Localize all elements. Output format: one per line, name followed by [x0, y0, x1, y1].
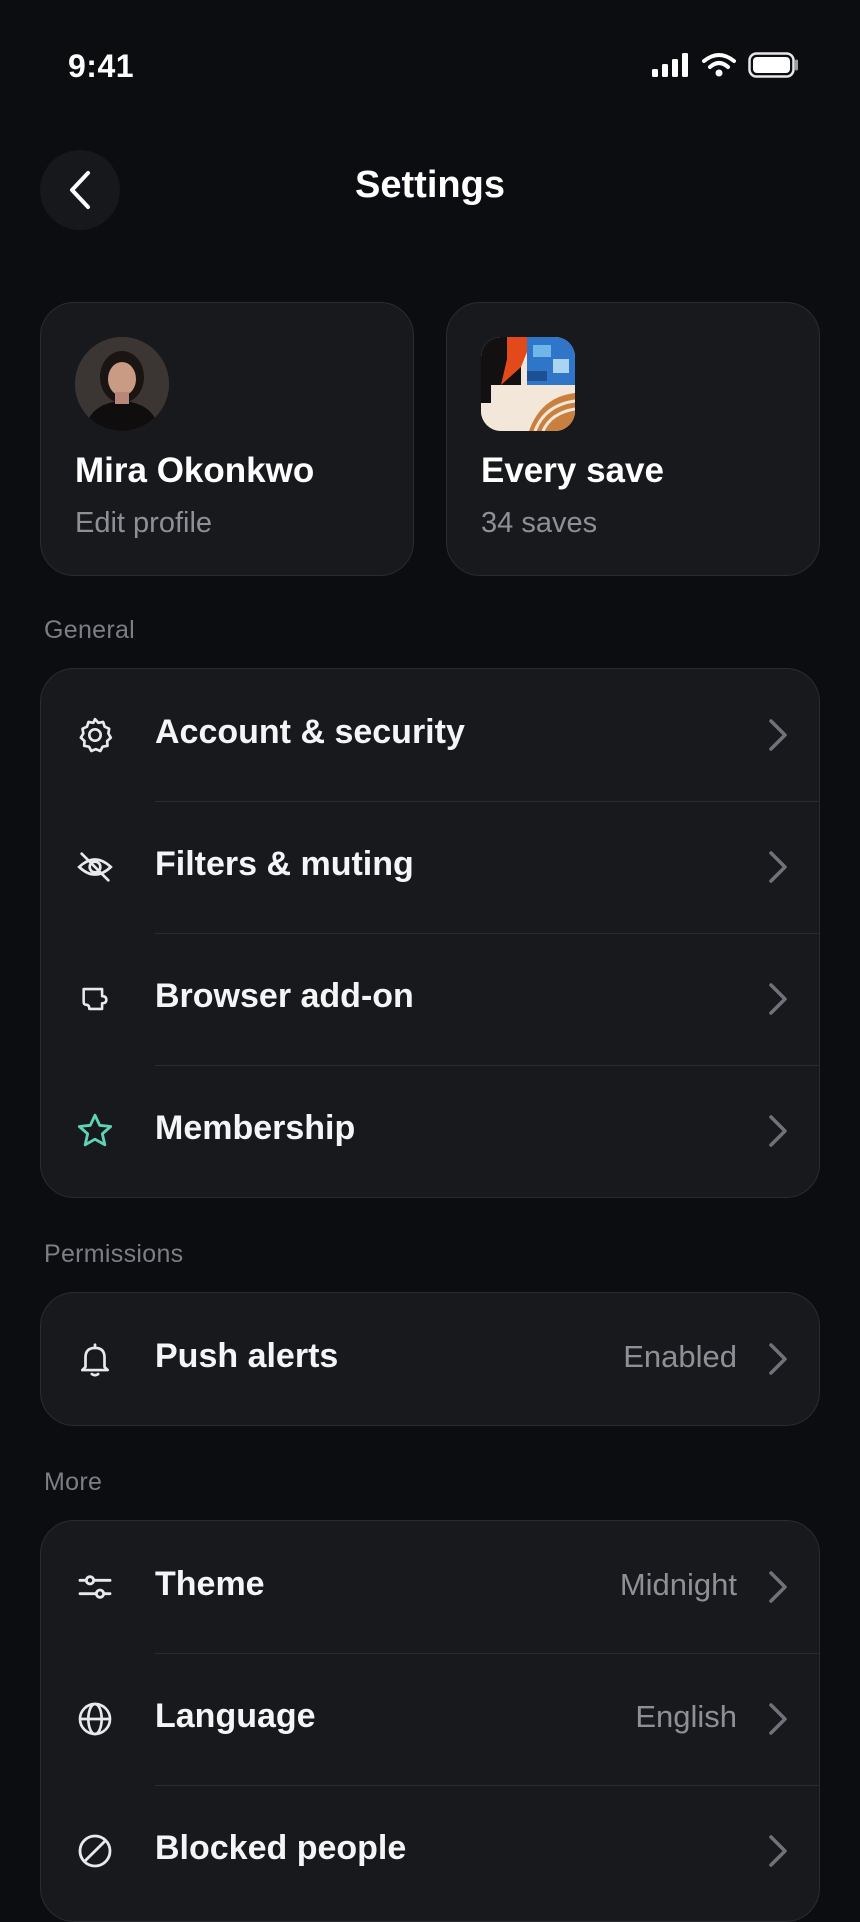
signal-icon [652, 53, 688, 77]
row-blocked-people[interactable]: Blocked people [41, 1785, 819, 1917]
saves-title: Every save [481, 451, 664, 490]
theme-value: Midnight [619, 1567, 737, 1602]
chevron-right-icon [769, 719, 787, 751]
general-group: Account & security Filters & muting Brow… [40, 668, 820, 1198]
row-push-alerts[interactable]: Push alerts Enabled [41, 1293, 819, 1425]
row-label: Browser add-on [155, 977, 414, 1015]
section-label-general: General [44, 616, 136, 644]
star-icon [75, 1111, 115, 1151]
chevron-right-icon [769, 983, 787, 1015]
chevron-right-icon [769, 1571, 787, 1603]
row-label: Theme [155, 1565, 265, 1603]
row-language[interactable]: Language English [41, 1653, 819, 1785]
avatar [75, 337, 169, 431]
row-label: Filters & muting [155, 845, 414, 883]
row-label: Account & security [155, 713, 465, 751]
section-label-permissions: Permissions [44, 1240, 184, 1268]
bell-icon [75, 1339, 115, 1379]
gear-icon [75, 715, 115, 755]
chevron-right-icon [769, 851, 787, 883]
row-theme[interactable]: Theme Midnight [41, 1521, 819, 1653]
wifi-icon [702, 53, 736, 77]
permissions-group: Push alerts Enabled [40, 1292, 820, 1426]
profile-card[interactable]: Mira Okonkwo Edit profile [40, 302, 414, 576]
chevron-right-icon [769, 1343, 787, 1375]
row-divider [155, 1653, 819, 1654]
eye-off-icon [75, 847, 115, 887]
row-label: Membership [155, 1109, 356, 1147]
saves-card[interactable]: Every save 34 saves [446, 302, 820, 576]
saves-count: 34 saves [481, 507, 598, 539]
chevron-right-icon [769, 1703, 787, 1735]
row-divider [155, 1785, 819, 1786]
row-account-security[interactable]: Account & security [41, 669, 819, 801]
more-group: Theme Midnight Language English Blocked … [40, 1520, 820, 1922]
sliders-icon [75, 1567, 115, 1607]
row-divider [155, 801, 819, 802]
row-divider [155, 933, 819, 934]
row-label: Blocked people [155, 1829, 407, 1867]
row-browser-addon[interactable]: Browser add-on [41, 933, 819, 1065]
globe-icon [75, 1699, 115, 1739]
status-bar: 9:41 [0, 0, 860, 120]
battery-icon [748, 52, 798, 78]
saves-thumbnail [481, 337, 575, 431]
edit-profile-link[interactable]: Edit profile [75, 507, 212, 540]
profile-name: Mira Okonkwo [75, 451, 315, 490]
blocked-icon [75, 1831, 115, 1871]
push-alerts-value: Enabled [623, 1339, 737, 1374]
row-divider [155, 1065, 819, 1066]
status-icons [652, 52, 800, 78]
row-membership[interactable]: Membership [41, 1065, 819, 1197]
section-label-more: More [44, 1468, 103, 1496]
row-label: Language [155, 1697, 316, 1735]
language-value: English [635, 1699, 737, 1734]
status-time: 9:41 [68, 48, 135, 84]
row-label: Push alerts [155, 1337, 339, 1375]
puzzle-icon [75, 979, 115, 1019]
chevron-right-icon [769, 1115, 787, 1147]
row-filters-muting[interactable]: Filters & muting [41, 801, 819, 933]
page-title: Settings [355, 164, 505, 206]
